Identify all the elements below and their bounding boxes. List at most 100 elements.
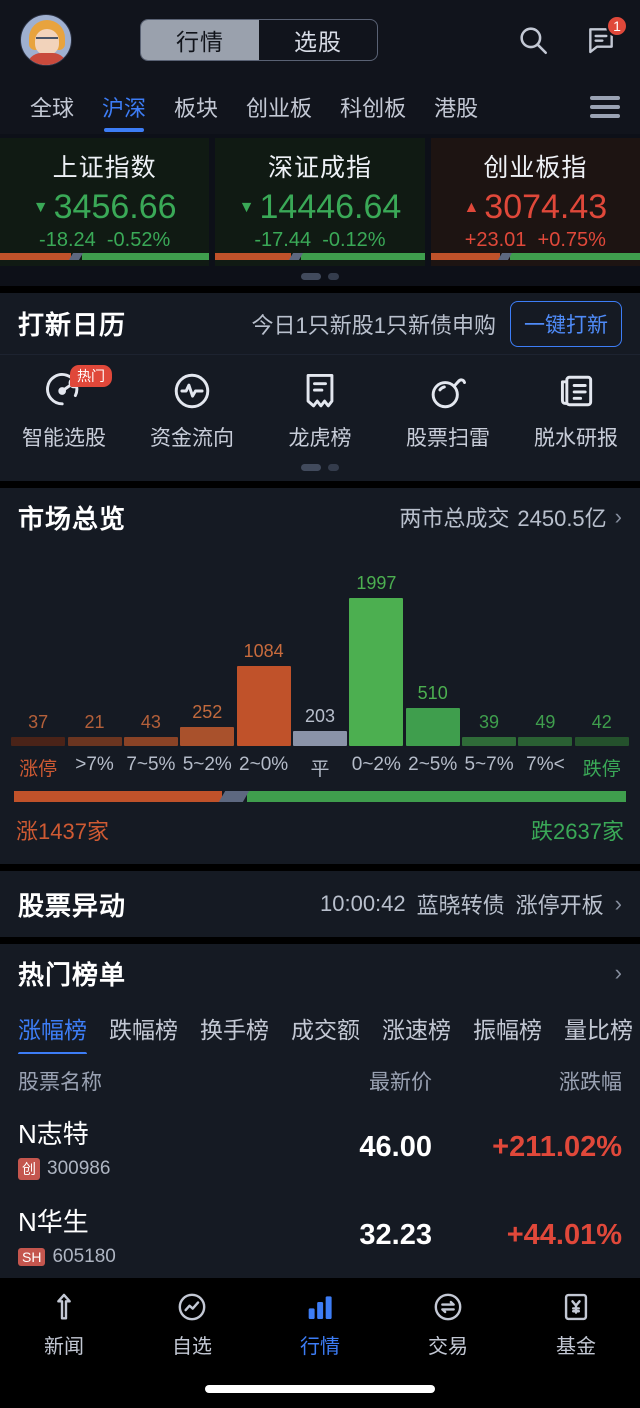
section-divider: [0, 481, 640, 488]
tab-chinext[interactable]: 创业板: [232, 91, 326, 123]
chart-axis-label: 2~0%: [239, 754, 289, 775]
turnover-label: 两市总成交: [399, 506, 510, 531]
stock-code: 300986: [47, 1158, 111, 1179]
ranking-tab-volume-ratio[interactable]: 量比榜: [564, 1011, 640, 1045]
nav-item-market[interactable]: 行情: [256, 1290, 384, 1359]
tab-sectors[interactable]: 板块: [160, 91, 232, 123]
quick-action-smart-picker[interactable]: 热门 智能选股: [0, 365, 128, 452]
ranking-tab-amplitude[interactable]: 振幅榜: [473, 1011, 564, 1045]
ranking-tab-gainers[interactable]: 涨幅榜: [18, 1011, 109, 1054]
carousel-dot[interactable]: [328, 273, 339, 280]
ipo-calendar-row[interactable]: 打新日历 今日1只新股1只新债申购 一键打新: [0, 293, 640, 355]
avatar-glasses: [36, 37, 58, 43]
stock-change: +44.01%: [506, 1218, 622, 1251]
stock-alert-title: 股票异动: [18, 890, 127, 921]
chart-axis-label: 5~2%: [182, 754, 232, 775]
search-icon[interactable]: [514, 21, 552, 59]
index-change: -17.44: [254, 229, 312, 251]
chart-bar-group: 39: [461, 546, 517, 746]
nav-item-watchlist[interactable]: 自选: [128, 1290, 256, 1359]
chart-axis-label: >7%: [75, 754, 114, 775]
avatar[interactable]: [20, 14, 72, 66]
index-value-row: ▼ 14446.64: [215, 188, 424, 227]
index-carousel-dots[interactable]: [0, 266, 640, 286]
chart-bar-value: 510: [417, 683, 448, 703]
stock-alert-detail: 10:00:42 蓝晓转债 涨停开板 ›: [320, 888, 622, 920]
segment-stock-picker[interactable]: 选股: [259, 20, 377, 60]
alert-stock-name: 蓝晓转债: [416, 893, 505, 918]
ipo-subtitle: 今日1只新股1只新债申购: [251, 312, 496, 338]
hot-ranking-panel: 热门榜单 › 涨幅榜 跌幅榜 换手榜 成交额 涨速榜 振幅榜 量比榜 股票名称 …: [0, 944, 640, 1278]
ranking-tab-losers[interactable]: 跌幅榜: [109, 1011, 200, 1045]
message-icon[interactable]: 1: [582, 15, 628, 59]
index-card-shanghai[interactable]: 上证指数 ▼ 3456.66 -18.24 -0.52%: [0, 138, 210, 266]
table-row[interactable]: N华生 SH 605180 32.23 +44.01%: [0, 1190, 640, 1278]
carousel-dot-active[interactable]: [301, 464, 321, 471]
home-indicator: [0, 1370, 640, 1408]
ranking-table-header: 股票名称 最新价 涨跌幅: [0, 1054, 640, 1102]
chart-bar: [180, 727, 235, 746]
distribution-bar-chart: 37 21 43 252 1084 203 1997 510 39 49 42: [0, 546, 640, 746]
chart-bar-group: 1084: [235, 546, 291, 746]
nav-item-trade[interactable]: 交易: [384, 1290, 512, 1359]
category-tab-bar: 全球 沪深 板块 创业板 科创板 港股: [0, 80, 640, 134]
section-divider: [0, 937, 640, 944]
chart-bar-value: 21: [84, 712, 105, 732]
nav-label: 自选: [172, 1335, 212, 1358]
nav-item-news[interactable]: 新闻: [0, 1290, 128, 1359]
nav-label: 交易: [428, 1335, 468, 1358]
quick-action-dragon-tiger[interactable]: 龙虎榜: [256, 369, 384, 452]
chart-bar-group: 21: [66, 546, 122, 746]
hamburger-menu-icon[interactable]: [590, 96, 624, 118]
chart-axis-label: 涨停: [19, 759, 58, 780]
segment-market[interactable]: 行情: [141, 20, 259, 60]
ranking-tab-turnover-rate[interactable]: 换手榜: [200, 1011, 291, 1045]
index-name: 深证成指: [267, 154, 372, 182]
stock-alert-panel[interactable]: 股票异动 10:00:42 蓝晓转债 涨停开板 ›: [0, 871, 640, 937]
nav-item-fund[interactable]: 基金: [512, 1290, 640, 1359]
carousel-dot-active[interactable]: [301, 273, 321, 280]
chart-bar: [236, 666, 291, 746]
index-card-shenzhen[interactable]: 深证成指 ▼ 14446.64 -17.44 -0.12%: [215, 138, 425, 266]
trend-down-icon: ▼: [32, 198, 49, 216]
tab-hushen[interactable]: 沪深: [88, 91, 160, 123]
nav-label: 新闻: [44, 1335, 84, 1358]
index-value-row: ▲ 3074.43: [431, 188, 640, 227]
quick-action-label: 智能选股: [22, 427, 106, 450]
one-click-ipo-button[interactable]: 一键打新: [510, 300, 622, 347]
tab-star-market[interactable]: 科创板: [326, 91, 420, 123]
chart-bar-group: 203: [292, 546, 348, 746]
ipo-title: 打新日历: [18, 310, 127, 340]
chevron-right-icon[interactable]: ›: [615, 960, 622, 986]
tab-global[interactable]: 全球: [16, 91, 88, 123]
market-tag: SH: [18, 1248, 46, 1266]
view-mode-segmented-control[interactable]: 行情 选股: [140, 19, 378, 61]
turnover-summary: 两市总成交 2450.5亿 ›: [399, 501, 622, 533]
table-row[interactable]: N志特 创 300986 46.00 +211.02%: [0, 1102, 640, 1190]
advance-decline-counts: 涨1437家 跌2637家: [14, 802, 626, 860]
column-header-name: 股票名称: [18, 1071, 102, 1094]
section-divider: [0, 286, 640, 293]
stock-alert-row[interactable]: 股票异动 10:00:42 蓝晓转债 涨停开板 ›: [0, 871, 640, 937]
advance-decline-bar: [0, 253, 210, 260]
chart-bar-value: 49: [535, 712, 556, 732]
market-tag: 创: [18, 1158, 40, 1180]
quick-action-carousel-dots[interactable]: [0, 456, 640, 481]
ranking-tab-speed[interactable]: 涨速榜: [382, 1011, 473, 1045]
carousel-dot[interactable]: [328, 464, 339, 471]
quick-action-capital-flow[interactable]: 资金流向: [128, 369, 256, 452]
quick-action-bomb-scan[interactable]: 股票扫雷: [384, 369, 512, 452]
stock-identity: N志特 创 300986: [18, 1114, 252, 1180]
advancers-count: 涨1437家: [16, 819, 109, 844]
hot-ranking-header[interactable]: 热门榜单 ›: [0, 944, 640, 1002]
index-card-chinext[interactable]: 创业板指 ▲ 3074.43 +23.01 +0.75%: [430, 138, 640, 266]
chevron-right-icon: ›: [614, 504, 622, 529]
market-overview-header[interactable]: 市场总览 两市总成交 2450.5亿 ›: [0, 488, 640, 546]
tab-hk-stocks[interactable]: 港股: [420, 91, 492, 123]
chart-bar-value: 42: [591, 712, 612, 732]
advance-decline-bar: [430, 253, 640, 260]
alert-time: 10:00:42: [320, 891, 406, 916]
quick-action-research-report[interactable]: 脱水研报: [512, 369, 640, 452]
chart-axis-label: 跌停: [582, 759, 621, 780]
ranking-tab-amount[interactable]: 成交额: [291, 1011, 382, 1045]
